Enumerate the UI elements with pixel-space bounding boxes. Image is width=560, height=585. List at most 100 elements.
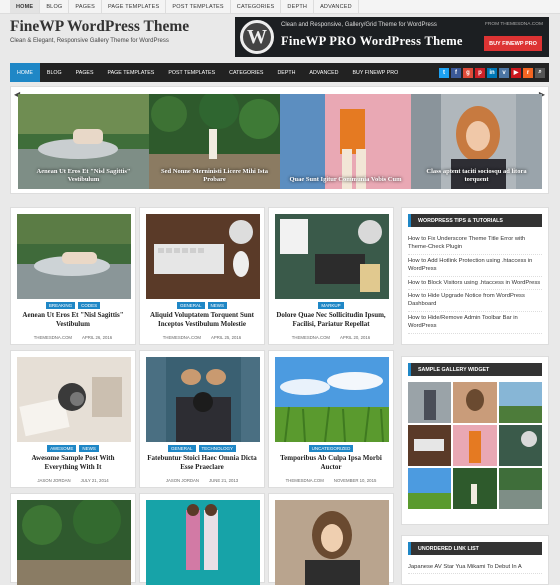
top-nav-depth[interactable]: Depth [281, 0, 315, 13]
post-card[interactable] [10, 493, 136, 585]
linkedin-icon[interactable]: in [487, 67, 497, 78]
widget-link[interactable]: How to Hide Upgrade Notice from WordPres… [408, 290, 542, 312]
slide-caption[interactable]: Quae Sunt Igitur Communia Vobis Cum [280, 176, 411, 184]
post-categories: General Technology [140, 445, 264, 452]
post-title[interactable]: Aliquid Voluptatem Torquent Sunt Incepto… [146, 311, 258, 329]
widget-link[interactable]: Japanese AV Star Yua Mikami To Debut In … [408, 561, 542, 575]
site-title[interactable]: FineWP WordPress Theme [10, 18, 189, 36]
category-badge[interactable]: News [207, 302, 227, 309]
top-nav-page-templates[interactable]: Page Templates [102, 0, 167, 13]
slide-2[interactable]: Sed Nonne Merninisti Licere Mihi Ista Pr… [149, 94, 280, 189]
twitter-icon[interactable]: t [439, 67, 449, 78]
top-nav-pages[interactable]: Pages [69, 0, 102, 13]
gallery-thumbnail[interactable] [498, 425, 542, 466]
post-thumbnail[interactable] [146, 500, 260, 585]
buy-pro-button[interactable]: BUY FINEWP PRO [484, 36, 542, 51]
post-thumbnail[interactable] [275, 500, 389, 585]
gallery-thumbnail[interactable] [408, 425, 452, 466]
post-title[interactable]: Awesome Sample Post With Everything With… [17, 454, 129, 472]
widget-link[interactable]: How to Fix Underscore Theme Title Error … [408, 233, 542, 255]
main-nav-blog[interactable]: Blog [40, 63, 69, 82]
category-badge[interactable]: Awesome [47, 445, 77, 452]
post-thumbnail[interactable] [146, 214, 260, 299]
gallery-thumbnail[interactable] [408, 382, 452, 423]
main-nav-home[interactable]: Home [10, 63, 40, 82]
post-thumbnail[interactable] [17, 357, 131, 442]
main-nav-post-templates[interactable]: Post Templates [161, 63, 222, 82]
slide-1[interactable]: Aenean Ut Eros Et "Nisl Sagittis" Vestib… [18, 94, 149, 189]
header-banner[interactable]: W Clean and Responsive, Gallery/Grid The… [235, 17, 549, 57]
post-card[interactable]: Uncategorized Temporibus Ab Culpa Ipsa M… [268, 350, 394, 488]
category-badge[interactable]: News [79, 445, 99, 452]
widget-link[interactable]: How to Block Visitors using .htaccess in… [408, 277, 542, 290]
top-nav-home[interactable]: Home [10, 0, 41, 13]
gallery-thumbnail[interactable] [408, 468, 452, 509]
category-badge[interactable]: Breaking [45, 302, 76, 309]
post-card[interactable]: General Technology Fatebuntur Stoici Haec… [139, 350, 265, 488]
widget-title: Unordered Link List [408, 542, 542, 555]
search-icon[interactable]: ⌕ [535, 67, 545, 78]
post-card[interactable]: Markup Dolore Quae Nec Sollicitudin Ipsu… [268, 207, 394, 345]
post-card[interactable] [139, 493, 265, 585]
post-thumbnail[interactable] [146, 357, 260, 442]
widget-link[interactable]: How to Add Hotlink Protection using .hta… [408, 255, 542, 277]
post-title[interactable]: Temporibus Ab Culpa Ipsa Morbi Auctor [275, 454, 387, 472]
category-badge[interactable]: Markup [318, 302, 344, 309]
main-nav-pages[interactable]: Pages [69, 63, 101, 82]
youtube-icon[interactable]: ▶ [511, 67, 521, 78]
facebook-icon[interactable]: f [451, 67, 461, 78]
main-nav-buy-pro[interactable]: Buy FineWP Pro [345, 63, 405, 82]
post-card[interactable]: Awesome News Awesome Sample Post With Eve… [10, 350, 136, 488]
category-badge[interactable]: Codes [78, 302, 101, 309]
post-title[interactable]: Aenean Ut Eros Et "Nisl Sagittis" Vestib… [17, 311, 129, 329]
post-author[interactable]: Jason Jordan [37, 478, 70, 483]
gallery-thumbnail[interactable] [498, 382, 542, 423]
post-meta: Themesdna.com April 25, 2016 [140, 335, 264, 340]
main-nav-categories[interactable]: Categories [222, 63, 270, 82]
category-badge[interactable]: General [167, 445, 196, 452]
slide-caption[interactable]: Sed Nonne Merninisti Licere Mihi Ista Pr… [149, 168, 280, 184]
google-plus-icon[interactable]: g [463, 67, 473, 78]
pinterest-icon[interactable]: p [475, 67, 485, 78]
top-nav-advanced[interactable]: Advanced [314, 0, 359, 13]
main-nav-depth[interactable]: Depth [270, 63, 302, 82]
gallery-thumbnail[interactable] [453, 468, 497, 509]
post-title[interactable]: Dolore Quae Nec Sollicitudin Ipsum, Faci… [275, 311, 387, 329]
post-author[interactable]: Jason Jordan [166, 478, 199, 483]
post-thumbnail[interactable] [17, 214, 131, 299]
category-badge[interactable]: General [176, 302, 205, 309]
post-thumbnail[interactable] [275, 357, 389, 442]
post-author[interactable]: Themesdna.com [163, 335, 201, 340]
post-categories: Awesome News [11, 445, 135, 452]
link-list-widget: Unordered Link List Japanese AV Star Yua… [401, 535, 549, 585]
gallery-thumbnail[interactable] [498, 468, 542, 509]
site-branding: FineWP WordPress Theme Clean & Elegant, … [10, 18, 189, 44]
banner-site: FROM THEMESDNA.COM [484, 22, 543, 27]
post-thumbnail[interactable] [17, 500, 131, 585]
top-nav-blog[interactable]: Blog [40, 0, 70, 13]
vk-icon[interactable]: v [499, 67, 509, 78]
rss-icon[interactable]: r [523, 67, 533, 78]
gallery-thumbnail[interactable] [453, 425, 497, 466]
category-badge[interactable]: Technology [198, 445, 237, 452]
top-nav-post-templates[interactable]: Post Templates [166, 0, 231, 13]
widget-link[interactable]: How to Hide/Remove Admin Toolbar Bar in … [408, 312, 542, 334]
gallery-thumbnail[interactable] [453, 382, 497, 423]
post-title[interactable]: Fatebuntur Stoici Haec Omnia Dicta Esse … [146, 454, 258, 472]
post-card[interactable] [268, 493, 394, 585]
post-card[interactable]: General News Aliquid Voluptatem Torquent … [139, 207, 265, 345]
slide-caption[interactable]: Aenean Ut Eros Et "Nisl Sagittis" Vestib… [18, 168, 149, 184]
main-nav-advanced[interactable]: Advanced [302, 63, 345, 82]
category-badge[interactable]: Uncategorized [308, 445, 354, 452]
post-author[interactable]: Themesdna.com [292, 335, 330, 340]
post-thumbnail[interactable] [275, 214, 389, 299]
post-categories: General News [140, 302, 264, 309]
slide-caption[interactable]: Class aptent taciti sociosqu ad litora t… [411, 168, 542, 184]
post-author[interactable]: Themesdna.com [286, 478, 324, 483]
main-nav-page-templates[interactable]: Page Templates [101, 63, 162, 82]
top-nav-categories[interactable]: Categories [231, 0, 282, 13]
post-author[interactable]: Themesdna.com [34, 335, 72, 340]
slide-3[interactable]: Quae Sunt Igitur Communia Vobis Cum [280, 94, 411, 189]
post-card[interactable]: Breaking Codes Aenean Ut Eros Et "Nisl Sa… [10, 207, 136, 345]
slide-4[interactable]: Class aptent taciti sociosqu ad litora t… [411, 94, 542, 189]
